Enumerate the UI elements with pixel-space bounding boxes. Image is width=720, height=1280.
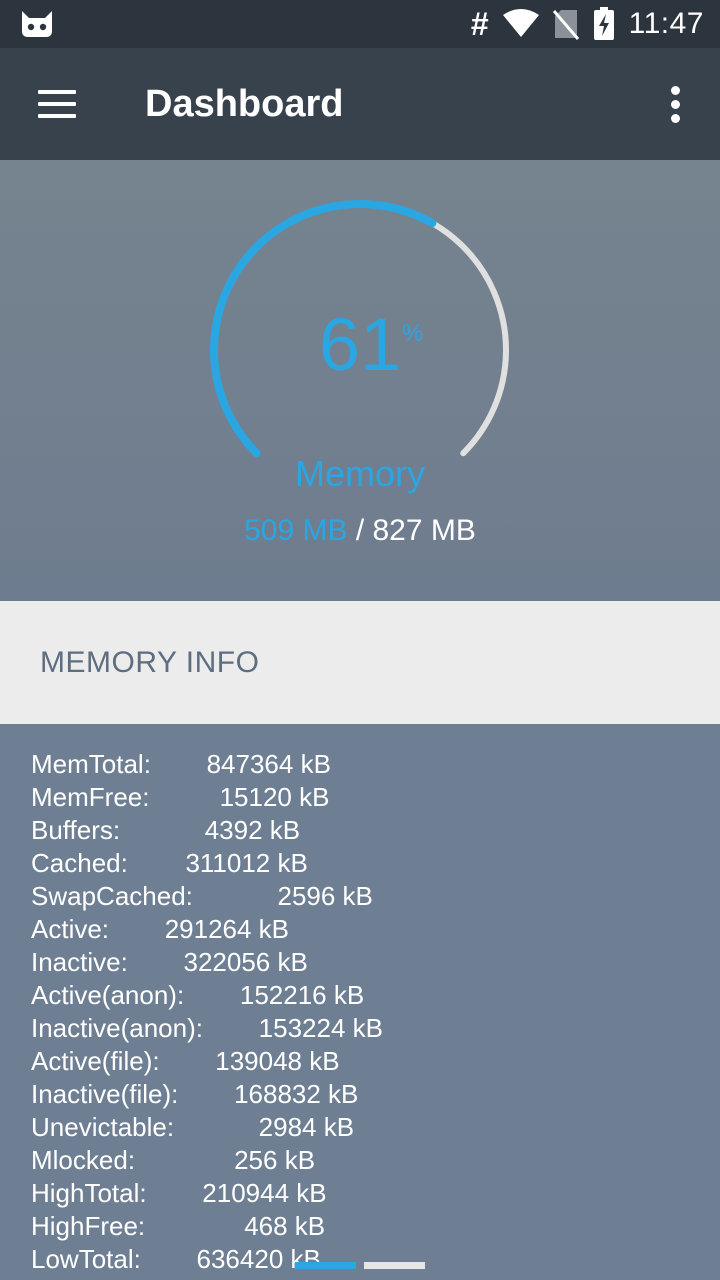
mem-key: MemTotal: (31, 749, 151, 779)
mem-value: 311012 kB (185, 848, 308, 878)
mem-row: Inactive: 322056 kB (31, 946, 691, 979)
mem-row: Buffers: 4392 kB (31, 814, 691, 847)
mem-key: HighTotal: (31, 1178, 147, 1208)
mem-value: 322056 kB (183, 947, 308, 977)
memory-info-title: MEMORY INFO (40, 646, 260, 679)
mem-row: LowTotal: 636420 kB (31, 1243, 691, 1276)
mem-value: 168832 kB (234, 1079, 359, 1109)
mem-row: MemTotal: 847364 kB (31, 748, 691, 781)
page-indicator (295, 1262, 425, 1270)
mem-value: 139048 kB (215, 1046, 340, 1076)
mem-value: 210944 kB (202, 1178, 327, 1208)
gauge-label: Memory (294, 453, 425, 494)
cyanogenmod-icon (22, 11, 52, 37)
hash-icon: # (470, 6, 489, 42)
mem-row: Active: 291264 kB (31, 913, 691, 946)
memory-info-header: MEMORY INFO (0, 601, 720, 724)
mem-value: 15120 kB (219, 782, 330, 812)
mem-value: 152216 kB (239, 980, 365, 1010)
memory-info-list[interactable]: MemTotal: 847364 kB MemFree: 15120 kB Buffer… (0, 724, 720, 1280)
mem-list: MemTotal: 847364 kB MemFree: 15120 kB Buffer… (31, 748, 691, 1276)
mem-value: 847364 kB (206, 749, 331, 779)
mem-row: SwapCached: 2596 kB (31, 880, 691, 913)
mem-key: Cached: (31, 848, 128, 878)
mem-key: Active(file): (31, 1046, 160, 1076)
memory-usage: 509 MB / 827 MB (160, 513, 560, 549)
mem-key: Mlocked: (31, 1145, 136, 1175)
mem-row: Inactive(anon): 153224 kB (31, 1012, 691, 1045)
percent-unit: % (402, 320, 424, 347)
mem-row: HighTotal: 210944 kB (31, 1177, 691, 1210)
mem-key: Active: (31, 914, 110, 944)
page-indicator-active[interactable] (295, 1262, 356, 1269)
mem-key: Active(anon): (31, 980, 185, 1010)
more-vert-icon[interactable] (664, 86, 688, 124)
mem-key: Inactive: (31, 947, 128, 977)
hamburger-menu-icon[interactable] (38, 90, 76, 118)
mem-row: Cached: 311012 kB (31, 847, 691, 880)
page-title: Dashboard (145, 83, 344, 125)
mem-row: Unevictable: 2984 kB (31, 1111, 691, 1144)
mem-value: 153224 kB (258, 1013, 383, 1043)
page-indicator-inactive[interactable] (364, 1262, 425, 1269)
mem-key: HighFree: (31, 1211, 146, 1241)
mem-value: 468 kB (244, 1211, 326, 1241)
mem-row: Active(anon): 152216 kB (31, 979, 691, 1012)
mem-key: Inactive(anon): (31, 1013, 203, 1043)
app-bar: Dashboard (0, 48, 720, 160)
memory-total: 827 MB (372, 514, 476, 547)
status-time: 11:47 (628, 7, 704, 40)
mem-key: Inactive(file): (31, 1079, 179, 1109)
status-bar: # 11:47 (0, 0, 720, 48)
mem-row: MemFree: 15120 kB (31, 781, 691, 814)
mem-key: Buffers: (31, 815, 121, 845)
mem-key: MemFree: (31, 782, 150, 812)
memory-used: 509 MB (244, 514, 348, 547)
no-sim-icon (552, 10, 579, 40)
mem-row: Inactive(file): 168832 kB (31, 1078, 691, 1111)
memory-gauge-card[interactable]: 61 % Memory 509 MB / 827 MB (0, 160, 720, 601)
mem-value: 291264 kB (164, 914, 290, 944)
mem-value: 2984 kB (258, 1112, 355, 1142)
mem-value: 4392 kB (204, 815, 301, 845)
mem-row: Mlocked: 256 kB (31, 1144, 691, 1177)
mem-row: Active(file): 139048 kB (31, 1045, 691, 1078)
mem-key: Unevictable: (31, 1112, 175, 1142)
mem-value: 2596 kB (277, 881, 373, 911)
mem-row: HighFree: 468 kB (31, 1210, 691, 1243)
wifi-icon (502, 9, 539, 37)
memory-percent-value: 61 (318, 303, 402, 386)
usage-separator: / (347, 514, 373, 547)
mem-value: 636420 kB (196, 1244, 321, 1274)
battery-charging-icon (593, 7, 614, 40)
mem-value: 256 kB (234, 1145, 316, 1175)
mem-key: LowTotal: (31, 1244, 141, 1274)
mem-key: SwapCached: (31, 881, 193, 911)
